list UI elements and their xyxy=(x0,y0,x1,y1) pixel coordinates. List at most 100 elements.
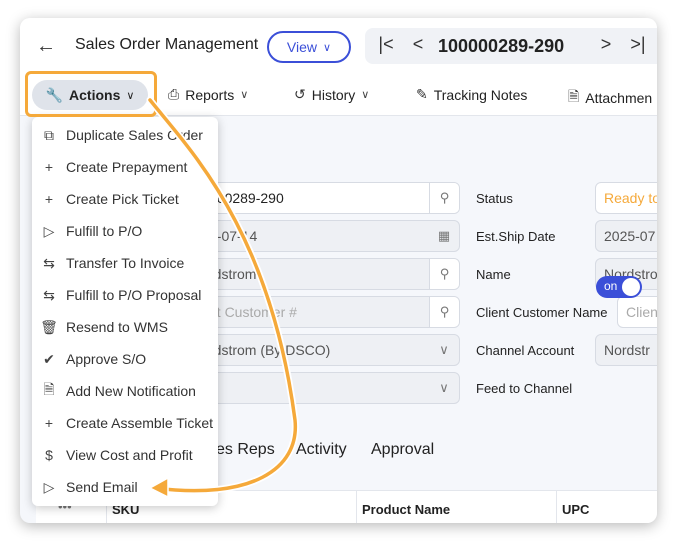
attachments-button[interactable]: 🗎 Attachmen xyxy=(568,86,652,110)
page-title: Sales Order Management xyxy=(75,36,259,53)
client-customer-field[interactable]: nt Customer # ⚲ xyxy=(200,296,460,328)
search-icon[interactable]: ⚲ xyxy=(429,183,459,213)
menu-item-create-prepayment[interactable]: + Create Prepayment xyxy=(32,151,218,183)
menu-item-label: Fulfill to P/O Proposal xyxy=(66,287,202,303)
tracking-notes-label: Tracking Notes xyxy=(433,86,528,103)
column-divider xyxy=(556,491,557,523)
first-record-icon[interactable]: |< xyxy=(375,34,397,55)
order-number-field[interactable]: 000289-290 ⚲ xyxy=(200,182,460,214)
channel-account-field[interactable]: Nordstr xyxy=(595,334,657,366)
menu-item-label: Add New Notification xyxy=(66,383,196,399)
toggle-label: on xyxy=(604,279,618,293)
column-header-product-name[interactable]: Product Name xyxy=(362,502,450,517)
client-customer-name-field[interactable]: Clien xyxy=(617,296,657,328)
previous-record-icon[interactable]: < xyxy=(407,34,429,55)
attachments-label: Attachmen xyxy=(585,90,653,106)
history-menu[interactable]: ↺ History ∨ xyxy=(294,86,369,103)
menu-item-duplicate-sales-order[interactable]: ⧉ Duplicate Sales Order xyxy=(32,119,218,151)
file-plus-icon: 🗎 xyxy=(568,88,580,104)
page-header: ← Sales Order Management View ∨ |< < 100… xyxy=(20,18,657,76)
tab-sales-reps[interactable]: es Reps xyxy=(216,441,275,459)
menu-item-add-new-notification[interactable]: 🗎 Add New Notification xyxy=(32,375,218,407)
client-customer-name-value: Clien xyxy=(626,304,657,320)
calendar-icon[interactable]: ▦ xyxy=(429,221,459,251)
menu-item-label: Resend to WMS xyxy=(66,319,168,335)
swap-icon: ⇆ xyxy=(43,286,55,303)
feed-to-channel-toggle[interactable]: on xyxy=(596,276,642,298)
column-divider xyxy=(356,491,357,523)
actions-dropdown-menu: ⧉ Duplicate Sales Order + Create Prepaym… xyxy=(32,117,218,506)
customer-field[interactable]: rdstrom ⚲ xyxy=(200,258,460,290)
chevron-down-icon: ∨ xyxy=(323,41,332,54)
menu-item-fulfill-to-po-proposal[interactable]: ⇆ Fulfill to P/O Proposal xyxy=(32,279,218,311)
channel-account-label: Channel Account xyxy=(476,343,575,358)
view-button[interactable]: View ∨ xyxy=(267,31,351,63)
actions-highlight-box xyxy=(25,71,157,117)
menu-item-label: Create Assemble Ticket xyxy=(66,415,214,431)
app-window: ← Sales Order Management View ∨ |< < 100… xyxy=(20,18,657,523)
toggle-knob xyxy=(622,278,640,296)
record-pager: |< < 100000289-290 > >| xyxy=(365,28,657,64)
status-field: Ready to xyxy=(595,182,657,214)
tracking-notes-button[interactable]: ✎ Tracking Notes xyxy=(416,86,527,103)
last-record-icon[interactable]: >| xyxy=(627,34,649,55)
plus-icon: + xyxy=(44,191,54,207)
menu-item-create-pick-ticket[interactable]: + Create Pick Ticket xyxy=(32,183,218,215)
menu-item-label: Duplicate Sales Order xyxy=(66,127,203,143)
channel-value: rdstrom (By DSCO) xyxy=(209,342,331,358)
search-icon[interactable]: ⚲ xyxy=(429,297,459,327)
menu-item-label: Create Prepayment xyxy=(66,159,188,175)
menu-item-send-email[interactable]: ▷ Send Email xyxy=(32,471,218,503)
est-ship-label: Est.Ship Date xyxy=(476,229,556,244)
history-label: History xyxy=(311,86,356,103)
order-number-value: 000289-290 xyxy=(209,190,284,206)
feed-select[interactable]: n ∨ xyxy=(200,372,460,404)
swap-icon: ⇆ xyxy=(43,254,55,271)
status-value: Ready to xyxy=(604,190,657,206)
chevron-down-icon: ∨ xyxy=(439,380,449,395)
channel-select[interactable]: rdstrom (By DSCO) ∨ xyxy=(200,334,460,366)
reports-menu[interactable]: ⎙ Reports ∨ xyxy=(168,86,248,103)
printer-icon: ⎙ xyxy=(168,86,180,102)
send-icon: ▷ xyxy=(43,478,55,495)
chevron-down-icon: ∨ xyxy=(439,342,449,357)
plus-icon: + xyxy=(44,415,54,431)
tab-activity[interactable]: Activity xyxy=(296,441,347,459)
menu-item-approve-so[interactable]: ✔ Approve S/O xyxy=(32,343,218,375)
menu-item-create-assemble-ticket[interactable]: + Create Assemble Ticket xyxy=(32,407,218,439)
trash-icon: 🗑 xyxy=(40,318,58,335)
chevron-down-icon: ∨ xyxy=(240,89,249,101)
view-label: View xyxy=(286,39,318,55)
est-ship-field[interactable]: 2025-07 xyxy=(595,220,657,252)
menu-item-label: Fulfill to P/O xyxy=(66,223,143,239)
next-record-icon[interactable]: > xyxy=(595,34,617,55)
date-field[interactable]: 5-07-14 ▦ xyxy=(200,220,460,252)
history-icon: ↺ xyxy=(294,86,306,102)
chevron-down-icon: ∨ xyxy=(361,89,370,101)
back-arrow-icon[interactable]: ← xyxy=(34,34,58,58)
menu-item-fulfill-to-po[interactable]: ▷ Fulfill to P/O xyxy=(32,215,218,247)
column-header-upc[interactable]: UPC xyxy=(562,502,589,517)
status-label: Status xyxy=(476,191,513,206)
channel-account-value: Nordstr xyxy=(604,342,650,358)
menu-item-label: Send Email xyxy=(66,479,138,495)
search-icon[interactable]: ⚲ xyxy=(429,259,459,289)
menu-item-transfer-to-invoice[interactable]: ⇆ Transfer To Invoice xyxy=(32,247,218,279)
menu-item-label: View Cost and Profit xyxy=(66,447,193,463)
menu-item-view-cost-and-profit[interactable]: $ View Cost and Profit xyxy=(32,439,218,471)
feed-to-channel-label: Feed to Channel xyxy=(476,381,573,396)
est-ship-value: 2025-07 xyxy=(604,228,656,244)
tab-approval[interactable]: Approval xyxy=(371,441,434,459)
menu-item-label: Approve S/O xyxy=(66,351,147,367)
reports-label: Reports xyxy=(185,86,235,103)
copy-icon: ⧉ xyxy=(44,126,54,143)
file-plus-icon: 🗎 xyxy=(43,381,55,397)
send-icon: ▷ xyxy=(43,222,55,239)
menu-item-label: Transfer To Invoice xyxy=(66,255,185,271)
menu-item-resend-to-wms[interactable]: 🗑 Resend to WMS xyxy=(32,311,218,343)
plus-icon: + xyxy=(44,159,54,175)
name-label: Name xyxy=(476,267,511,282)
order-number: 100000289-290 xyxy=(438,36,565,56)
dollar-icon: $ xyxy=(45,447,53,463)
client-customer-name-label: Client Customer Name xyxy=(476,305,608,320)
